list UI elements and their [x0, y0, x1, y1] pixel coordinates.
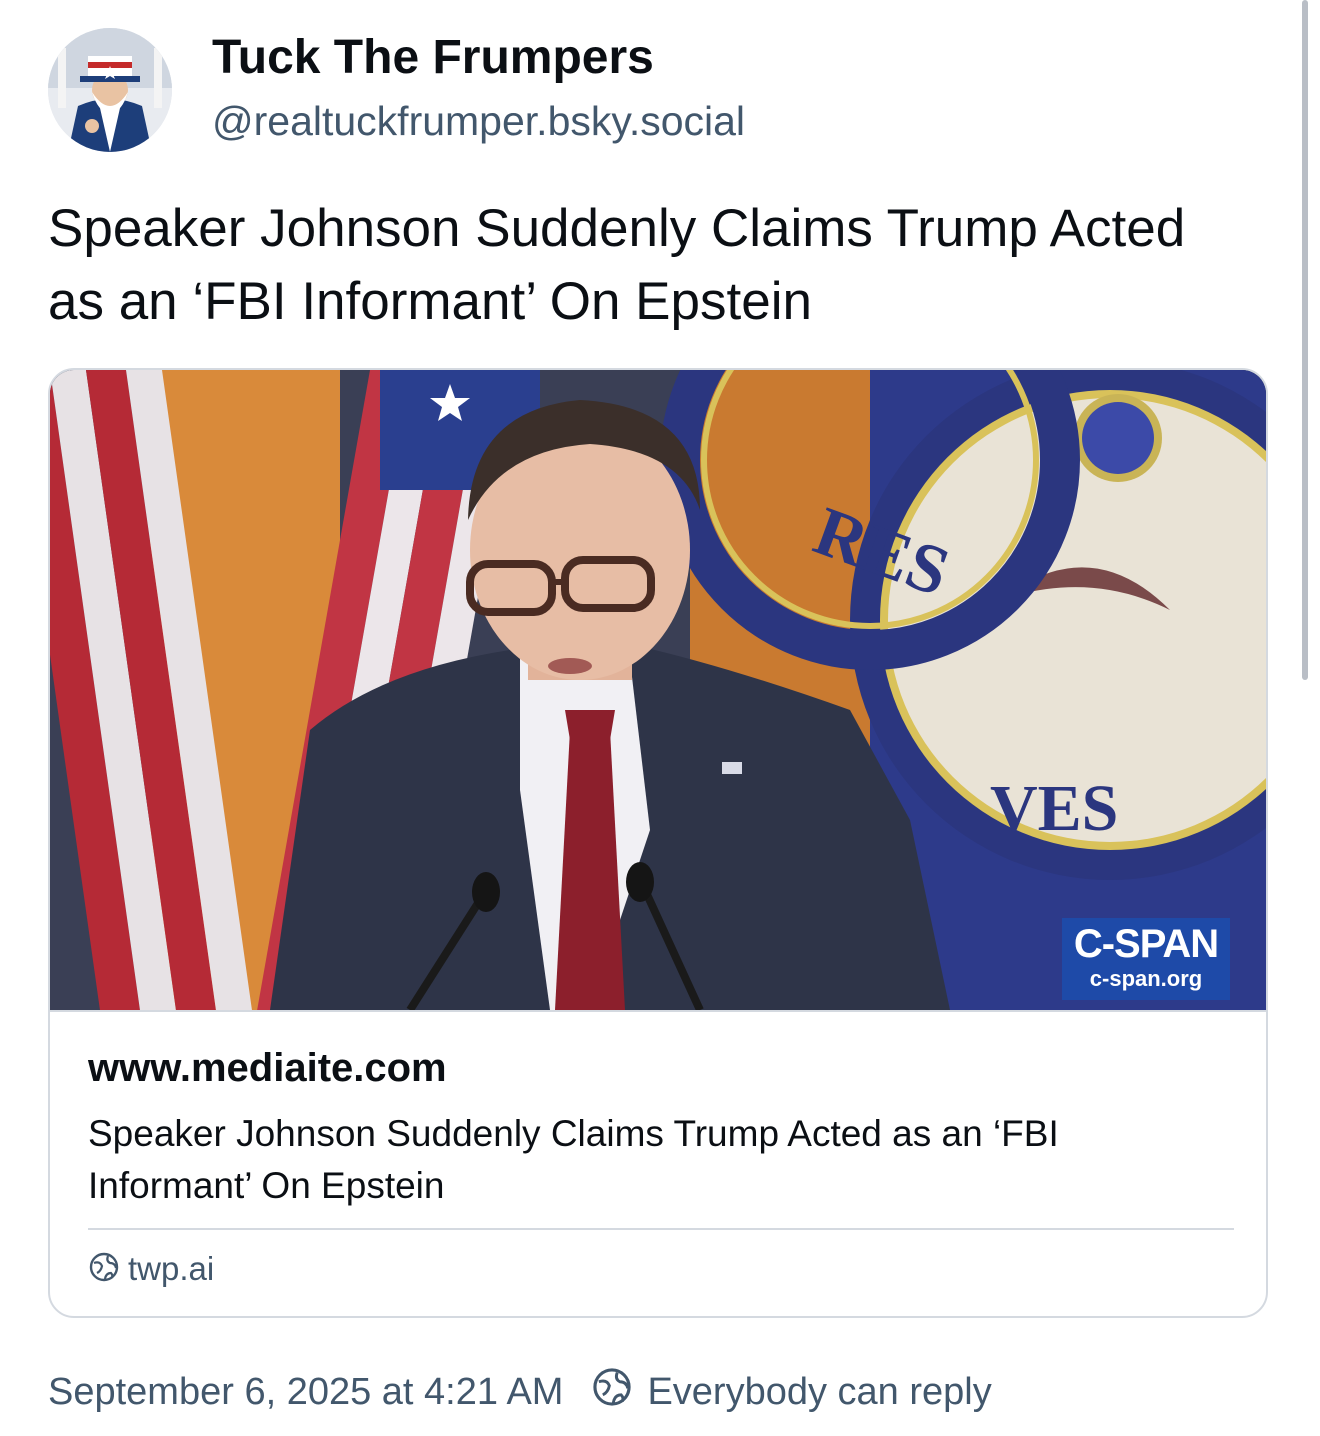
avatar[interactable] — [48, 28, 172, 152]
globe-icon — [88, 1251, 120, 1288]
globe-icon — [591, 1366, 633, 1418]
cspan-watermark: C-SPAN c-span.org — [1062, 918, 1230, 1000]
link-card-domain: www.mediaite.com — [88, 1046, 447, 1090]
post-text: Speaker Johnson Suddenly Claims Trump Ac… — [48, 199, 1186, 331]
author-display-name[interactable]: Tuck The Frumpers — [212, 30, 654, 85]
link-card-thumbnail[interactable]: VES RES C-SPAN c-span.org — [50, 370, 1266, 1010]
link-card-description: Speaker Johnson Suddenly Claims Trump Ac… — [88, 1113, 1059, 1206]
svg-text:VES: VES — [990, 772, 1118, 845]
scrollbar[interactable] — [1302, 0, 1308, 680]
link-card-source: twp.ai — [88, 1250, 214, 1288]
card-image-divider — [50, 1010, 1266, 1012]
watermark-url: c-span.org — [1089, 966, 1203, 991]
post-timestamp[interactable]: September 6, 2025 at 4:21 AM — [48, 1371, 563, 1414]
watermark-brand: C-SPAN — [1073, 922, 1219, 966]
reply-setting[interactable]: Everybody can reply — [647, 1371, 991, 1414]
link-card[interactable]: VES RES C-SPAN c-span.org www.mediaite.c… — [48, 368, 1268, 1318]
card-divider — [88, 1228, 1234, 1230]
post-footer: September 6, 2025 at 4:21 AM Everybody c… — [48, 1366, 992, 1418]
link-card-source-label: twp.ai — [128, 1250, 215, 1287]
author-handle[interactable]: @realtuckfrumper.bsky.social — [212, 98, 745, 145]
